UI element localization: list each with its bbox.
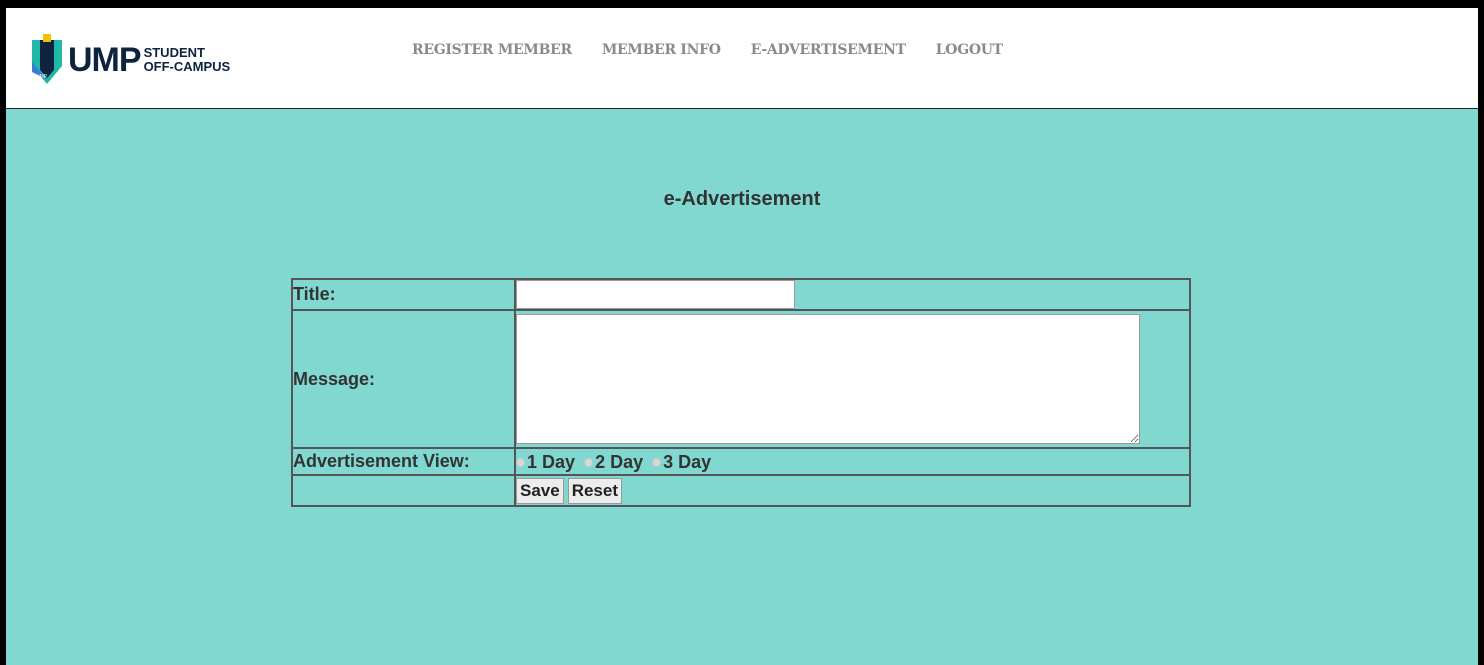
- logo-subtitle-line2: OFF-CAMPUS: [143, 59, 231, 74]
- view-option-2-day[interactable]: 2 Day: [584, 452, 643, 473]
- svg-text:UMP: UMP: [36, 74, 48, 80]
- title-input[interactable]: [516, 280, 795, 309]
- form-row-title: Title:: [292, 279, 1190, 310]
- title-cell: [515, 279, 1190, 310]
- buttons-cell: Save Reset: [515, 475, 1190, 506]
- nav-logout[interactable]: LOGOUT: [936, 42, 1003, 58]
- nav-member-info[interactable]: MEMBER INFO: [602, 42, 721, 58]
- view-options-cell: 1 Day 2 Day 3 Day: [515, 448, 1190, 475]
- view-option-3-day[interactable]: 3 Day: [652, 452, 711, 473]
- radio-1-day[interactable]: [516, 457, 525, 467]
- page-title: e-Advertisement: [663, 188, 821, 210]
- logo-text: UMP: [68, 41, 142, 79]
- view-option-3-label: 3 Day: [663, 451, 712, 472]
- nav-register-member[interactable]: REGISTER MEMBER: [412, 42, 572, 58]
- reset-button[interactable]: Reset: [567, 477, 623, 504]
- nav-e-advertisement[interactable]: E-ADVERTISEMENT: [751, 42, 906, 58]
- form-row-buttons: Save Reset: [292, 475, 1190, 506]
- message-cell: [515, 310, 1190, 448]
- radio-2-day[interactable]: [584, 457, 594, 467]
- logo-subtitle: STUDENT OFF-CAMPUS: [144, 46, 231, 74]
- radio-3-day[interactable]: [652, 457, 662, 467]
- buttons-label-cell: [292, 475, 515, 506]
- view-option-1-day[interactable]: 1 Day: [516, 452, 575, 473]
- logo[interactable]: UMP UMP STUDENT OFF-CAMPUS: [30, 30, 230, 90]
- message-label: Message:: [292, 310, 515, 448]
- form-row-view: Advertisement View: 1 Day 2 Day 3 Day: [292, 448, 1190, 475]
- main-nav: REGISTER MEMBER MEMBER INFO E-ADVERTISEM…: [412, 42, 1033, 58]
- advertisement-form: Title: Message: Advertisement View: 1 Da…: [291, 278, 1191, 507]
- view-option-2-label: 2 Day: [595, 451, 644, 472]
- ump-shield-icon: UMP: [32, 34, 62, 84]
- save-button[interactable]: Save: [516, 477, 564, 504]
- title-label: Title:: [292, 279, 515, 310]
- form-row-message: Message:: [292, 310, 1190, 448]
- app-frame: UMP UMP STUDENT OFF-CAMPUS REGISTER MEMB…: [6, 8, 1478, 665]
- view-option-1-label: 1 Day: [527, 451, 576, 472]
- message-textarea[interactable]: [516, 314, 1140, 444]
- site-header: UMP UMP STUDENT OFF-CAMPUS REGISTER MEMB…: [6, 8, 1478, 109]
- logo-subtitle-line1: STUDENT: [143, 45, 205, 60]
- view-label: Advertisement View:: [292, 448, 515, 475]
